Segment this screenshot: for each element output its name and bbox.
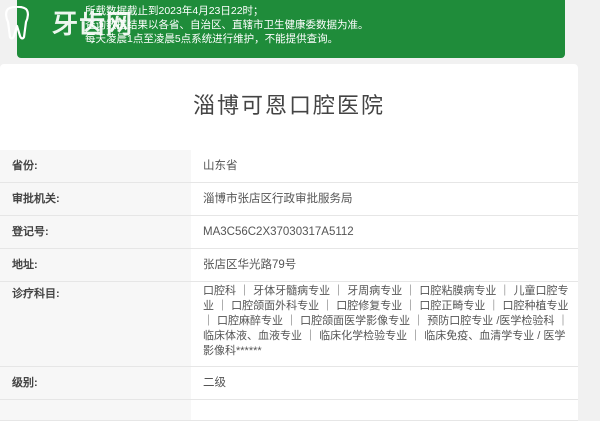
table-row: 诊疗科目: 口腔科 ｜ 牙体牙髓病专业 ｜ 牙周病专业 ｜ 口腔粘膜病专业 ｜ … [0,282,578,367]
tooth-icon [5,6,29,40]
site-logo[interactable]: 牙齿网 [0,2,160,42]
field-value: MA3C56C2X37030317A5112 [203,226,354,238]
field-label: 诊疗科目: [0,282,191,366]
field-value [191,400,578,420]
field-label: 登记号: [0,216,191,248]
field-value: 张店区华光路79号 [203,259,297,271]
hospital-info-table: 省份: 山东省 审批机关: 淄博市张店区行政审批服务局 登记号: MA3C56C… [0,150,578,421]
field-value: 二级 [203,377,226,389]
field-value: 山东省 [203,160,238,172]
table-row: 审批机关: 淄博市张店区行政审批服务局 [0,183,578,216]
page-title: 淄博可恩口腔医院 [192,93,385,118]
field-label: 地址: [0,249,191,281]
table-row: 级别: 二级 [0,367,578,400]
field-label [0,400,191,420]
table-row: 登记号: MA3C56C2X37030317A5112 [0,216,578,249]
table-row: 省份: 山东省 [0,150,578,183]
field-label: 省份: [0,150,191,182]
field-value: 口腔科 ｜ 牙体牙髓病专业 ｜ 牙周病专业 ｜ 口腔粘膜病专业 ｜ 儿童口腔专业… [203,285,569,357]
field-value: 淄博市张店区行政审批服务局 [203,193,353,205]
logo-text: 牙齿网 [52,10,134,40]
table-row [0,400,578,421]
field-label: 级别: [0,367,191,399]
field-label: 审批机关: [0,183,191,215]
table-row: 地址: 张店区华光路79号 [0,249,578,282]
